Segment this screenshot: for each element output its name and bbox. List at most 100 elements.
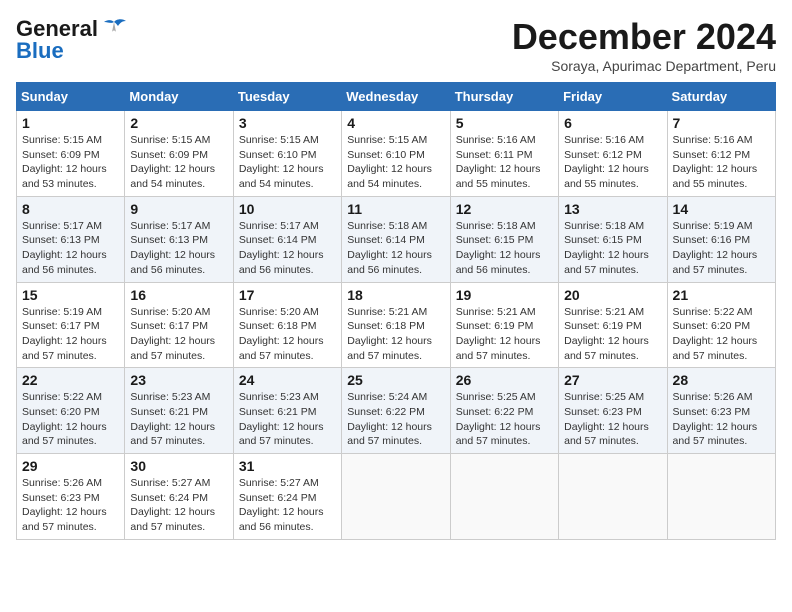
day-info: Sunrise: 5:20 AMSunset: 6:17 PMDaylight:… (130, 306, 215, 362)
logo: General Blue (16, 16, 128, 64)
day-number: 8 (22, 201, 119, 217)
day-info: Sunrise: 5:25 AMSunset: 6:22 PMDaylight:… (456, 391, 541, 447)
day-number: 10 (239, 201, 336, 217)
calendar-cell: 10 Sunrise: 5:17 AMSunset: 6:14 PMDaylig… (233, 196, 341, 282)
weekday-header-thursday: Thursday (450, 83, 558, 111)
day-info: Sunrise: 5:15 AMSunset: 6:09 PMDaylight:… (130, 134, 215, 190)
logo-blue: Blue (16, 38, 64, 64)
day-info: Sunrise: 5:25 AMSunset: 6:23 PMDaylight:… (564, 391, 649, 447)
calendar-cell: 15 Sunrise: 5:19 AMSunset: 6:17 PMDaylig… (17, 282, 125, 368)
day-info: Sunrise: 5:19 AMSunset: 6:16 PMDaylight:… (673, 220, 758, 276)
calendar-cell: 12 Sunrise: 5:18 AMSunset: 6:15 PMDaylig… (450, 196, 558, 282)
day-info: Sunrise: 5:20 AMSunset: 6:18 PMDaylight:… (239, 306, 324, 362)
calendar-cell: 9 Sunrise: 5:17 AMSunset: 6:13 PMDayligh… (125, 196, 233, 282)
day-number: 29 (22, 458, 119, 474)
day-info: Sunrise: 5:16 AMSunset: 6:12 PMDaylight:… (673, 134, 758, 190)
weekday-header-sunday: Sunday (17, 83, 125, 111)
day-number: 25 (347, 372, 444, 388)
calendar-cell: 1 Sunrise: 5:15 AMSunset: 6:09 PMDayligh… (17, 111, 125, 197)
weekday-header-tuesday: Tuesday (233, 83, 341, 111)
day-number: 5 (456, 115, 553, 131)
day-info: Sunrise: 5:26 AMSunset: 6:23 PMDaylight:… (673, 391, 758, 447)
day-number: 24 (239, 372, 336, 388)
day-number: 6 (564, 115, 661, 131)
day-number: 30 (130, 458, 227, 474)
day-info: Sunrise: 5:22 AMSunset: 6:20 PMDaylight:… (673, 306, 758, 362)
day-number: 23 (130, 372, 227, 388)
calendar-week-5: 29 Sunrise: 5:26 AMSunset: 6:23 PMDaylig… (17, 454, 776, 540)
calendar-cell: 16 Sunrise: 5:20 AMSunset: 6:17 PMDaylig… (125, 282, 233, 368)
calendar-cell (450, 454, 558, 540)
calendar-week-4: 22 Sunrise: 5:22 AMSunset: 6:20 PMDaylig… (17, 368, 776, 454)
day-info: Sunrise: 5:21 AMSunset: 6:19 PMDaylight:… (456, 306, 541, 362)
calendar-cell: 13 Sunrise: 5:18 AMSunset: 6:15 PMDaylig… (559, 196, 667, 282)
day-info: Sunrise: 5:21 AMSunset: 6:19 PMDaylight:… (564, 306, 649, 362)
day-info: Sunrise: 5:22 AMSunset: 6:20 PMDaylight:… (22, 391, 107, 447)
day-number: 9 (130, 201, 227, 217)
day-number: 13 (564, 201, 661, 217)
day-info: Sunrise: 5:16 AMSunset: 6:11 PMDaylight:… (456, 134, 541, 190)
day-number: 4 (347, 115, 444, 131)
day-info: Sunrise: 5:15 AMSunset: 6:10 PMDaylight:… (347, 134, 432, 190)
day-info: Sunrise: 5:24 AMSunset: 6:22 PMDaylight:… (347, 391, 432, 447)
day-number: 28 (673, 372, 770, 388)
day-number: 31 (239, 458, 336, 474)
day-info: Sunrise: 5:26 AMSunset: 6:23 PMDaylight:… (22, 477, 107, 533)
weekday-header-friday: Friday (559, 83, 667, 111)
logo-bird-icon (100, 18, 128, 40)
day-number: 17 (239, 287, 336, 303)
day-info: Sunrise: 5:17 AMSunset: 6:13 PMDaylight:… (130, 220, 215, 276)
day-number: 7 (673, 115, 770, 131)
calendar-cell: 8 Sunrise: 5:17 AMSunset: 6:13 PMDayligh… (17, 196, 125, 282)
day-info: Sunrise: 5:15 AMSunset: 6:09 PMDaylight:… (22, 134, 107, 190)
calendar-cell: 5 Sunrise: 5:16 AMSunset: 6:11 PMDayligh… (450, 111, 558, 197)
calendar-cell: 14 Sunrise: 5:19 AMSunset: 6:16 PMDaylig… (667, 196, 775, 282)
weekday-header-monday: Monday (125, 83, 233, 111)
calendar-cell: 27 Sunrise: 5:25 AMSunset: 6:23 PMDaylig… (559, 368, 667, 454)
calendar-week-3: 15 Sunrise: 5:19 AMSunset: 6:17 PMDaylig… (17, 282, 776, 368)
day-number: 21 (673, 287, 770, 303)
calendar-cell: 29 Sunrise: 5:26 AMSunset: 6:23 PMDaylig… (17, 454, 125, 540)
calendar-cell: 11 Sunrise: 5:18 AMSunset: 6:14 PMDaylig… (342, 196, 450, 282)
day-number: 2 (130, 115, 227, 131)
title-area: December 2024 Soraya, Apurimac Departmen… (512, 16, 776, 74)
calendar-cell: 19 Sunrise: 5:21 AMSunset: 6:19 PMDaylig… (450, 282, 558, 368)
day-number: 22 (22, 372, 119, 388)
day-info: Sunrise: 5:17 AMSunset: 6:13 PMDaylight:… (22, 220, 107, 276)
day-number: 14 (673, 201, 770, 217)
calendar-cell: 26 Sunrise: 5:25 AMSunset: 6:22 PMDaylig… (450, 368, 558, 454)
day-info: Sunrise: 5:18 AMSunset: 6:14 PMDaylight:… (347, 220, 432, 276)
calendar-cell (559, 454, 667, 540)
day-number: 20 (564, 287, 661, 303)
calendar-cell: 18 Sunrise: 5:21 AMSunset: 6:18 PMDaylig… (342, 282, 450, 368)
calendar-cell (342, 454, 450, 540)
month-title: December 2024 (512, 16, 776, 58)
calendar-week-1: 1 Sunrise: 5:15 AMSunset: 6:09 PMDayligh… (17, 111, 776, 197)
calendar-cell: 17 Sunrise: 5:20 AMSunset: 6:18 PMDaylig… (233, 282, 341, 368)
day-info: Sunrise: 5:19 AMSunset: 6:17 PMDaylight:… (22, 306, 107, 362)
location-subtitle: Soraya, Apurimac Department, Peru (512, 58, 776, 74)
calendar-cell: 31 Sunrise: 5:27 AMSunset: 6:24 PMDaylig… (233, 454, 341, 540)
day-number: 27 (564, 372, 661, 388)
page-header: General Blue December 2024 Soraya, Apuri… (16, 16, 776, 74)
calendar-cell: 3 Sunrise: 5:15 AMSunset: 6:10 PMDayligh… (233, 111, 341, 197)
calendar-cell: 23 Sunrise: 5:23 AMSunset: 6:21 PMDaylig… (125, 368, 233, 454)
day-info: Sunrise: 5:27 AMSunset: 6:24 PMDaylight:… (239, 477, 324, 533)
day-info: Sunrise: 5:15 AMSunset: 6:10 PMDaylight:… (239, 134, 324, 190)
day-number: 26 (456, 372, 553, 388)
calendar-cell: 4 Sunrise: 5:15 AMSunset: 6:10 PMDayligh… (342, 111, 450, 197)
calendar-week-2: 8 Sunrise: 5:17 AMSunset: 6:13 PMDayligh… (17, 196, 776, 282)
calendar-cell: 20 Sunrise: 5:21 AMSunset: 6:19 PMDaylig… (559, 282, 667, 368)
calendar-cell: 22 Sunrise: 5:22 AMSunset: 6:20 PMDaylig… (17, 368, 125, 454)
weekday-header-saturday: Saturday (667, 83, 775, 111)
day-info: Sunrise: 5:23 AMSunset: 6:21 PMDaylight:… (130, 391, 215, 447)
calendar-table: SundayMondayTuesdayWednesdayThursdayFrid… (16, 82, 776, 540)
day-info: Sunrise: 5:21 AMSunset: 6:18 PMDaylight:… (347, 306, 432, 362)
weekday-header-row: SundayMondayTuesdayWednesdayThursdayFrid… (17, 83, 776, 111)
day-info: Sunrise: 5:23 AMSunset: 6:21 PMDaylight:… (239, 391, 324, 447)
day-info: Sunrise: 5:18 AMSunset: 6:15 PMDaylight:… (564, 220, 649, 276)
day-info: Sunrise: 5:18 AMSunset: 6:15 PMDaylight:… (456, 220, 541, 276)
day-number: 15 (22, 287, 119, 303)
day-info: Sunrise: 5:16 AMSunset: 6:12 PMDaylight:… (564, 134, 649, 190)
calendar-cell: 2 Sunrise: 5:15 AMSunset: 6:09 PMDayligh… (125, 111, 233, 197)
